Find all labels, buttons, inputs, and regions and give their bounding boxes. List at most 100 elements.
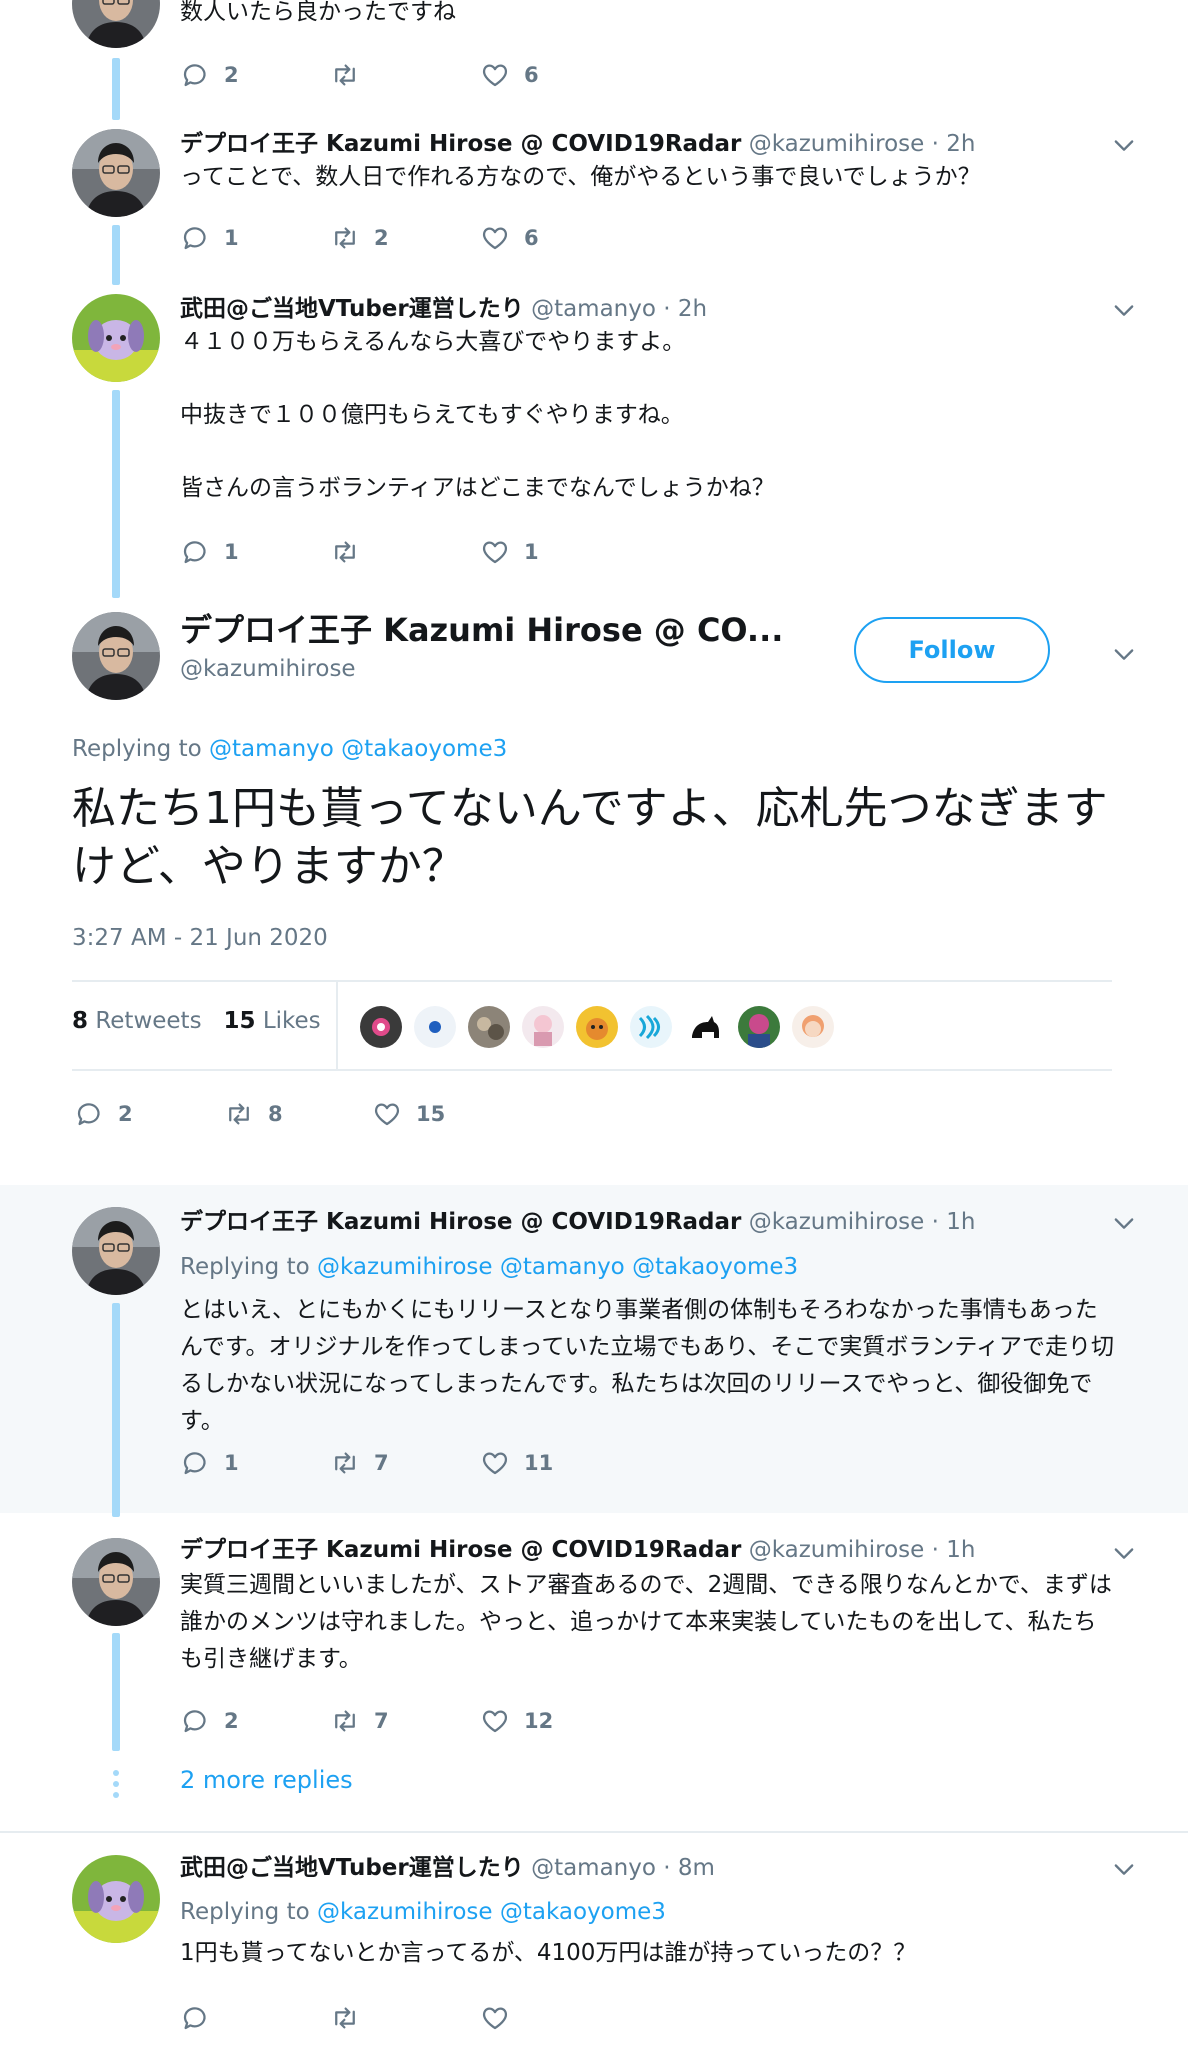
mention-link[interactable]: @takaoyome3 [341, 736, 507, 762]
liker-avatar[interactable] [738, 1006, 780, 1048]
author-name[interactable]: デプロイ王子 Kazumi Hirose @ COVID19Radar [180, 1209, 741, 1235]
tweet-text: ４１００万もらえるんなら大喜びでやりますよ。 中抜きで１００億円もらえてもすぐや… [180, 324, 1118, 507]
reply-count: 1 [224, 1451, 239, 1475]
author-name[interactable]: デプロイ王子 Kazumi Hirose @ COVID19Radar [180, 1537, 741, 1563]
reply-button[interactable]: 2 [74, 1094, 133, 1134]
avatar[interactable] [72, 294, 160, 382]
like-total-label[interactable]: Likes [263, 1008, 321, 1034]
caret-down-icon[interactable] [1110, 1855, 1138, 1883]
main-author-handle[interactable]: @kazumihirose [180, 656, 356, 682]
retweet-button[interactable] [330, 1998, 374, 2038]
retweet-button[interactable]: 7 [330, 1443, 389, 1483]
retweet-total[interactable]: 8 [72, 1008, 88, 1034]
replying-label: Replying to [180, 1254, 310, 1280]
follow-button[interactable]: Follow [854, 617, 1050, 683]
tweet[interactable]: 数人いたら良かったですね 2 6 [0, 0, 1188, 120]
author-name[interactable]: デプロイ王子 Kazumi Hirose @ COVID19Radar [180, 131, 741, 157]
mention-link[interactable]: @tamanyo [500, 1254, 625, 1280]
author-handle[interactable]: @kazumihirose [749, 1537, 925, 1563]
tweet-time[interactable]: 1h [946, 1537, 975, 1563]
liker-avatar[interactable] [576, 1006, 618, 1048]
tweet-paragraph: 皆さんの言うボランティアはどこまでなんでしょうかね？ [180, 475, 775, 501]
like-count: 15 [416, 1102, 446, 1126]
mention-link[interactable]: @kazumihirose [317, 1254, 493, 1280]
avatar[interactable] [72, 0, 160, 48]
reply-icon [180, 2003, 210, 2033]
mention-link[interactable]: @takaoyome3 [500, 1899, 666, 1925]
reply-button[interactable] [180, 1998, 224, 2038]
liker-avatar[interactable] [414, 1006, 456, 1048]
separator-dot: · [663, 296, 671, 322]
tweet-time[interactable]: 8m [678, 1855, 715, 1881]
reply-tweet[interactable]: 武田@ご当地VTuber運営したり @tamanyo · 8m Replying… [0, 1833, 1188, 2048]
like-button[interactable] [480, 1998, 524, 2038]
author-handle[interactable]: @kazumihirose [749, 1209, 925, 1235]
reply-button[interactable]: 2 [180, 1701, 239, 1741]
tweet[interactable]: 武田@ご当地VTuber運営したり @tamanyo · 2h ４１００万もらえ… [0, 280, 1188, 600]
caret-down-icon[interactable] [1110, 640, 1138, 668]
mention-link[interactable]: @tamanyo [209, 736, 334, 762]
liker-avatar[interactable] [522, 1006, 564, 1048]
retweet-button[interactable]: 8 [224, 1094, 283, 1134]
reply-button[interactable]: 1 [180, 532, 239, 572]
like-button[interactable]: 6 [480, 218, 539, 258]
like-button[interactable]: 15 [372, 1094, 445, 1134]
tweet-time[interactable]: 1h [946, 1209, 975, 1235]
retweet-button[interactable]: 7 [330, 1701, 389, 1741]
retweet-button[interactable] [330, 532, 374, 572]
avatar[interactable] [72, 129, 160, 217]
main-author-name[interactable]: デプロイ王子 Kazumi Hirose @ CO... [180, 610, 783, 650]
reply-button[interactable]: 2 [180, 55, 239, 95]
thread-line [112, 1303, 120, 1517]
caret-down-icon[interactable] [1110, 1209, 1138, 1237]
author-name[interactable]: 武田@ご当地VTuber運営したり [180, 1855, 524, 1881]
retweet-icon [330, 60, 360, 90]
divider [72, 980, 1112, 982]
retweet-icon [224, 1099, 254, 1129]
author-handle[interactable]: @kazumihirose [749, 131, 925, 157]
like-button[interactable]: 6 [480, 55, 539, 95]
author-handle[interactable]: @tamanyo [531, 296, 656, 322]
tweet-time[interactable]: 2h [946, 131, 975, 157]
author-name[interactable]: 武田@ご当地VTuber運営したり [180, 296, 524, 322]
liker-avatar[interactable] [468, 1006, 510, 1048]
retweet-button[interactable]: 2 [330, 218, 389, 258]
like-icon [480, 1706, 510, 1736]
liker-avatar[interactable] [792, 1006, 834, 1048]
like-button[interactable]: 12 [480, 1701, 553, 1741]
liker-avatar[interactable] [684, 1006, 726, 1048]
reply-tweet[interactable]: デプロイ王子 Kazumi Hirose @ COVID19Radar @kaz… [0, 1185, 1188, 1517]
reply-button[interactable]: 1 [180, 1443, 239, 1483]
more-replies-link[interactable]: 2 more replies [180, 1766, 353, 1794]
main-avatar[interactable] [72, 612, 160, 700]
caret-down-icon[interactable] [1110, 296, 1138, 324]
like-icon [372, 1099, 402, 1129]
avatar[interactable] [72, 1855, 160, 1943]
main-timestamp[interactable]: 3:27 AM - 21 Jun 2020 [72, 925, 328, 951]
liker-avatar[interactable] [630, 1006, 672, 1048]
reply-icon [180, 223, 210, 253]
reply-icon [74, 1099, 104, 1129]
reply-tweet[interactable]: デプロイ王子 Kazumi Hirose @ COVID19Radar @kaz… [0, 1513, 1188, 1831]
reply-count: 2 [118, 1102, 133, 1126]
tweet[interactable]: デプロイ王子 Kazumi Hirose @ COVID19Radar @kaz… [0, 115, 1188, 285]
retweet-count: 8 [268, 1102, 283, 1126]
like-button[interactable]: 1 [480, 532, 539, 572]
retweet-button[interactable] [330, 55, 374, 95]
reply-icon [180, 1706, 210, 1736]
caret-down-icon[interactable] [1110, 131, 1138, 159]
caret-down-icon[interactable] [1110, 1539, 1138, 1567]
mention-link[interactable]: @kazumihirose [317, 1899, 493, 1925]
like-total[interactable]: 15 [224, 1008, 256, 1034]
like-count: 1 [524, 540, 539, 564]
avatar[interactable] [72, 1538, 160, 1626]
avatar[interactable] [72, 1207, 160, 1295]
author-handle[interactable]: @tamanyo [531, 1855, 656, 1881]
tweet-time[interactable]: 2h [678, 296, 707, 322]
mention-link[interactable]: @takaoyome3 [632, 1254, 798, 1280]
retweet-total-label[interactable]: Retweets [95, 1008, 201, 1034]
like-button[interactable]: 11 [480, 1443, 553, 1483]
liker-avatar[interactable] [360, 1006, 402, 1048]
reply-button[interactable]: 1 [180, 218, 239, 258]
tweet-paragraph: ４１００万もらえるんなら大喜びでやりますよ。 [180, 329, 686, 355]
